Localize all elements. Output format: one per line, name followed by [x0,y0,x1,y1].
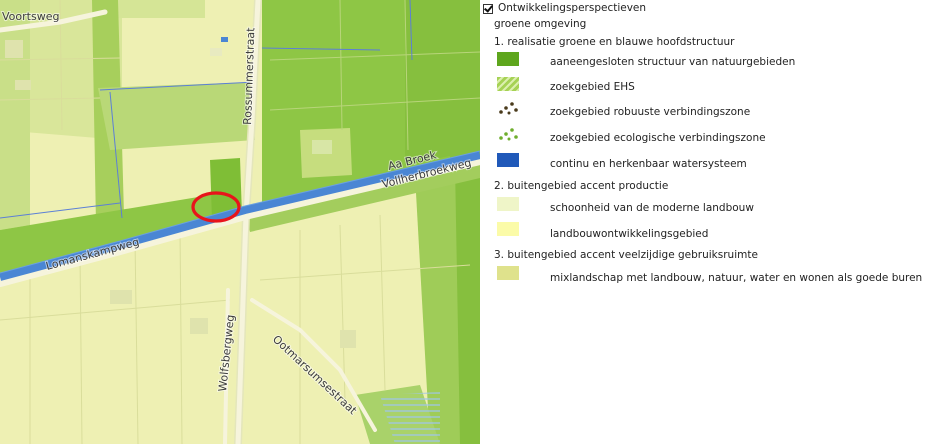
street-label-voortsweg: Voortsweg [2,10,59,23]
legend-item-label: zoekgebied ecologische verbindingszone [550,132,766,144]
group-title: groene omgeving [494,18,587,30]
legend-item-label: zoekgebied EHS [550,81,635,93]
swatch-ecologische-verbindingszone [499,128,518,141]
farm-building-north [210,48,222,56]
section-title-1: 1. realisatie groene en blauwe hoofdstru… [494,36,735,48]
area-green-field-mid [98,82,255,150]
section-title-3: 3. buitengebied accent veelzijdige gebru… [494,249,758,261]
layer-toggle[interactable]: Ontwikkelingsperspectieven [483,2,646,15]
area-light-green-north [115,0,205,18]
swatch-moderne-landbouw [497,197,519,211]
layer-title: Ontwikkelingsperspectieven [498,2,647,14]
swatch-landbouwontwikkelingsgebied [497,222,519,236]
layer-checkbox[interactable] [483,3,493,14]
swatch-robuuste-verbindingszone [499,102,518,115]
map-viewport[interactable]: Voortsweg Rossummerstraat Aa Broek Vollh… [0,0,480,444]
area-nature-east-b [405,0,480,165]
map-canvas[interactable]: Voortsweg Rossummerstraat Aa Broek Vollh… [0,0,480,444]
swatch-zoekgebied-ehs [497,77,519,91]
farm-building [312,140,332,154]
swatch-mixlandschap [497,266,519,280]
legend-panel: Ontwikkelingsperspectieven groene omgevi… [480,0,951,444]
legend-item-label: mixlandschap met landbouw, natuur, water… [550,272,923,284]
legend-item-label: aaneengesloten structuur van natuurgebie… [550,56,796,68]
area-green-west-edge [0,0,30,230]
section-title-2: 2. buitengebied accent productie [494,180,669,192]
legend-item-label: schoonheid van de moderne landbouw [550,202,754,214]
swatch-natuurgebieden [497,52,519,66]
legend-item-label: landbouwontwikkelingsgebied [550,228,709,240]
legend-item-label: continu en herkenbaar watersysteem [550,158,747,170]
pond [221,37,228,42]
swatch-watersysteem [497,153,519,167]
legend-item-label: zoekgebied robuuste verbindingszone [550,106,751,118]
